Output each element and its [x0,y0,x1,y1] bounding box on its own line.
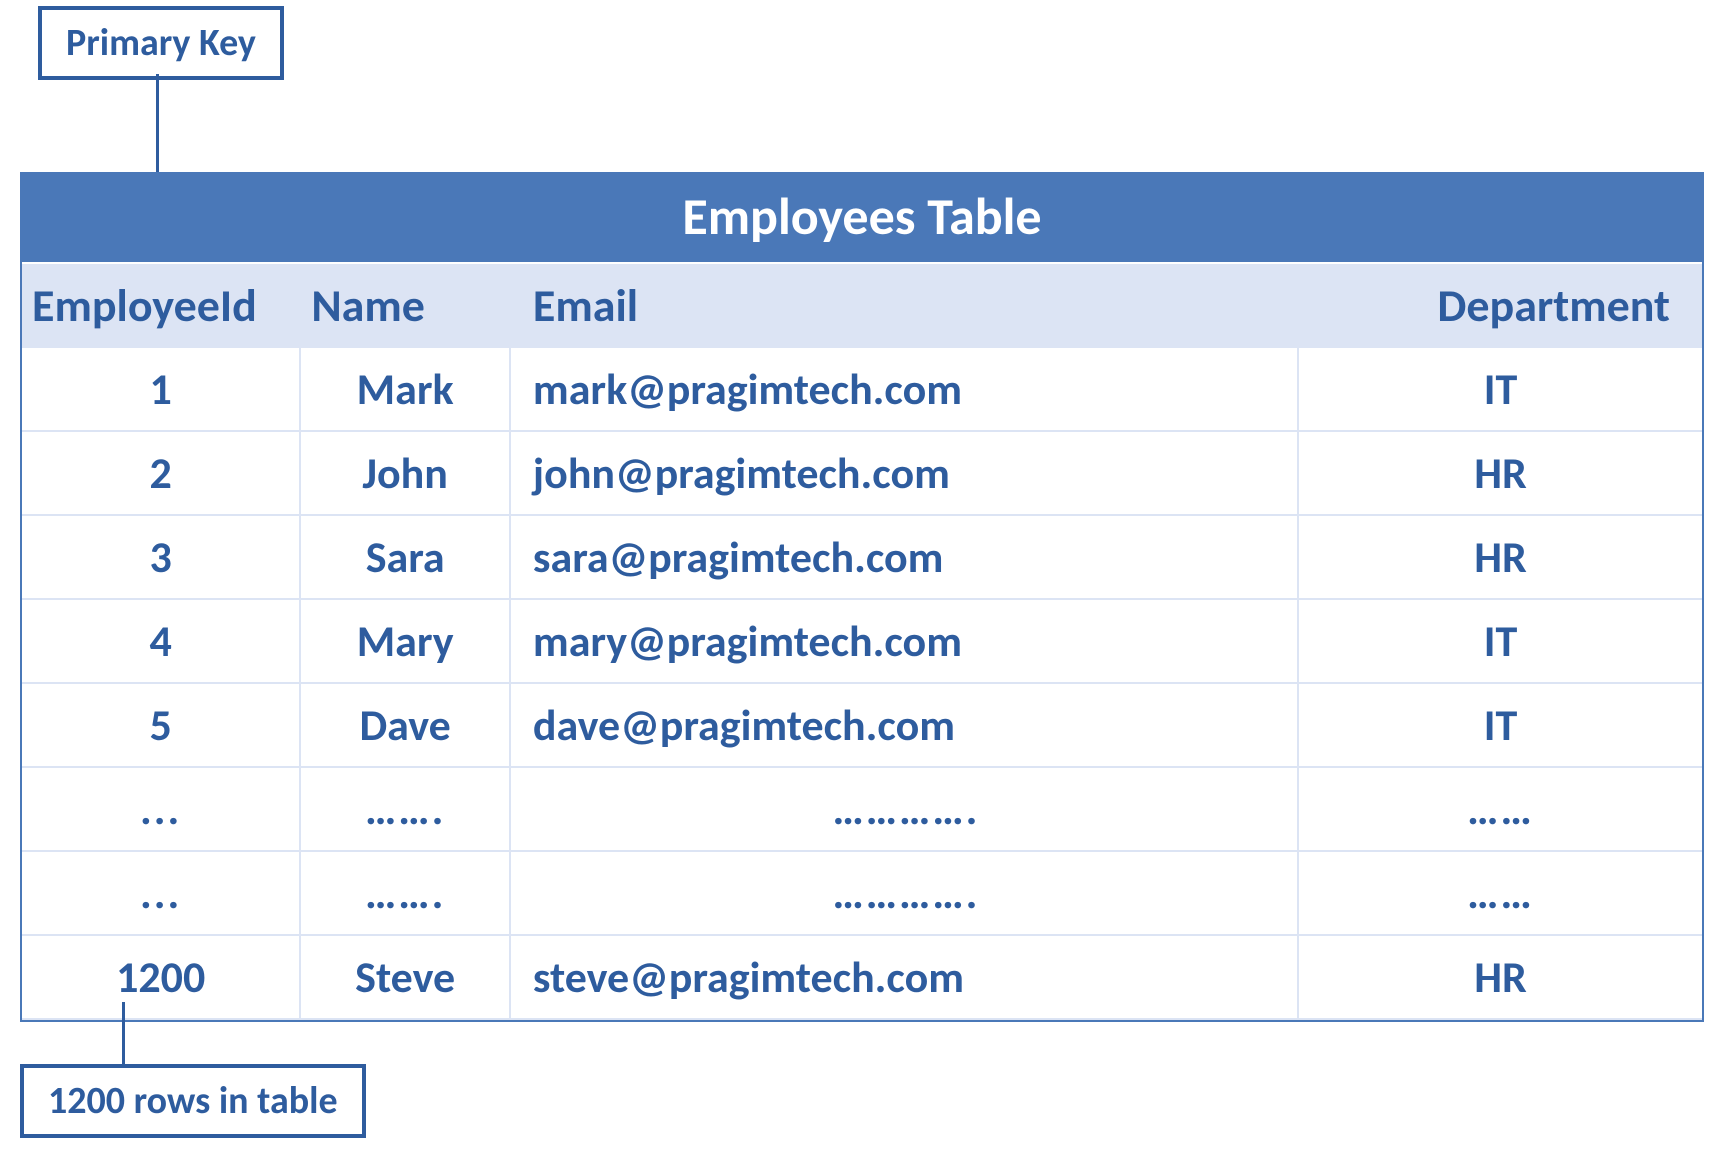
table-row: 1200Stevesteve@pragimtech.comHR [22,936,1702,1020]
cell-email: john@pragimtech.com [511,432,1299,516]
table-row: 3Sarasara@pragimtech.comHR [22,516,1702,600]
cell-id: 1200 [22,936,301,1020]
cell-name: Mark [301,348,511,432]
cell-email: dave@pragimtech.com [511,684,1299,768]
column-header-name: Name [301,264,511,348]
cell-name: John [301,432,511,516]
cell-dept: IT [1299,600,1702,684]
primary-key-callout: Primary Key [38,6,284,80]
cell-id: 4 [22,600,301,684]
table-title: Employees Table [22,174,1702,264]
row-count-callout: 1200 rows in table [20,1064,366,1138]
cell-dept: HR [1299,936,1702,1020]
cell-id: ... [22,768,301,852]
table-header-row: EmployeeId Name Email Department [22,264,1702,348]
cell-id: 3 [22,516,301,600]
column-header-department: Department [1299,264,1702,348]
cell-dept: IT [1299,348,1702,432]
cell-name: ……. [301,768,511,852]
row-count-connector [122,1002,125,1064]
cell-id: 1 [22,348,301,432]
cell-email: mary@pragimtech.com [511,600,1299,684]
cell-dept: …… [1299,768,1702,852]
cell-email: mark@pragimtech.com [511,348,1299,432]
column-header-employeeid: EmployeeId [22,264,301,348]
cell-name: Sara [301,516,511,600]
cell-name: Dave [301,684,511,768]
cell-email: …………. [511,852,1299,936]
cell-id: ... [22,852,301,936]
cell-id: 2 [22,432,301,516]
table-body: 1Markmark@pragimtech.comIT2Johnjohn@prag… [22,348,1702,1020]
cell-email: sara@pragimtech.com [511,516,1299,600]
table-row: ...…….………….…… [22,768,1702,852]
table-row: 5Davedave@pragimtech.comIT [22,684,1702,768]
cell-name: ……. [301,852,511,936]
table-row: 2Johnjohn@pragimtech.comHR [22,432,1702,516]
cell-email: …………. [511,768,1299,852]
cell-dept: HR [1299,516,1702,600]
table-row: 1Markmark@pragimtech.comIT [22,348,1702,432]
table-row: ...…….………….…… [22,852,1702,936]
cell-id: 5 [22,684,301,768]
cell-dept: HR [1299,432,1702,516]
primary-key-connector [156,74,159,182]
column-header-email: Email [511,264,1299,348]
cell-name: Mary [301,600,511,684]
cell-dept: IT [1299,684,1702,768]
cell-email: steve@pragimtech.com [511,936,1299,1020]
cell-dept: …… [1299,852,1702,936]
cell-name: Steve [301,936,511,1020]
table-row: 4Marymary@pragimtech.comIT [22,600,1702,684]
employees-table: Employees Table EmployeeId Name Email De… [20,172,1704,1022]
